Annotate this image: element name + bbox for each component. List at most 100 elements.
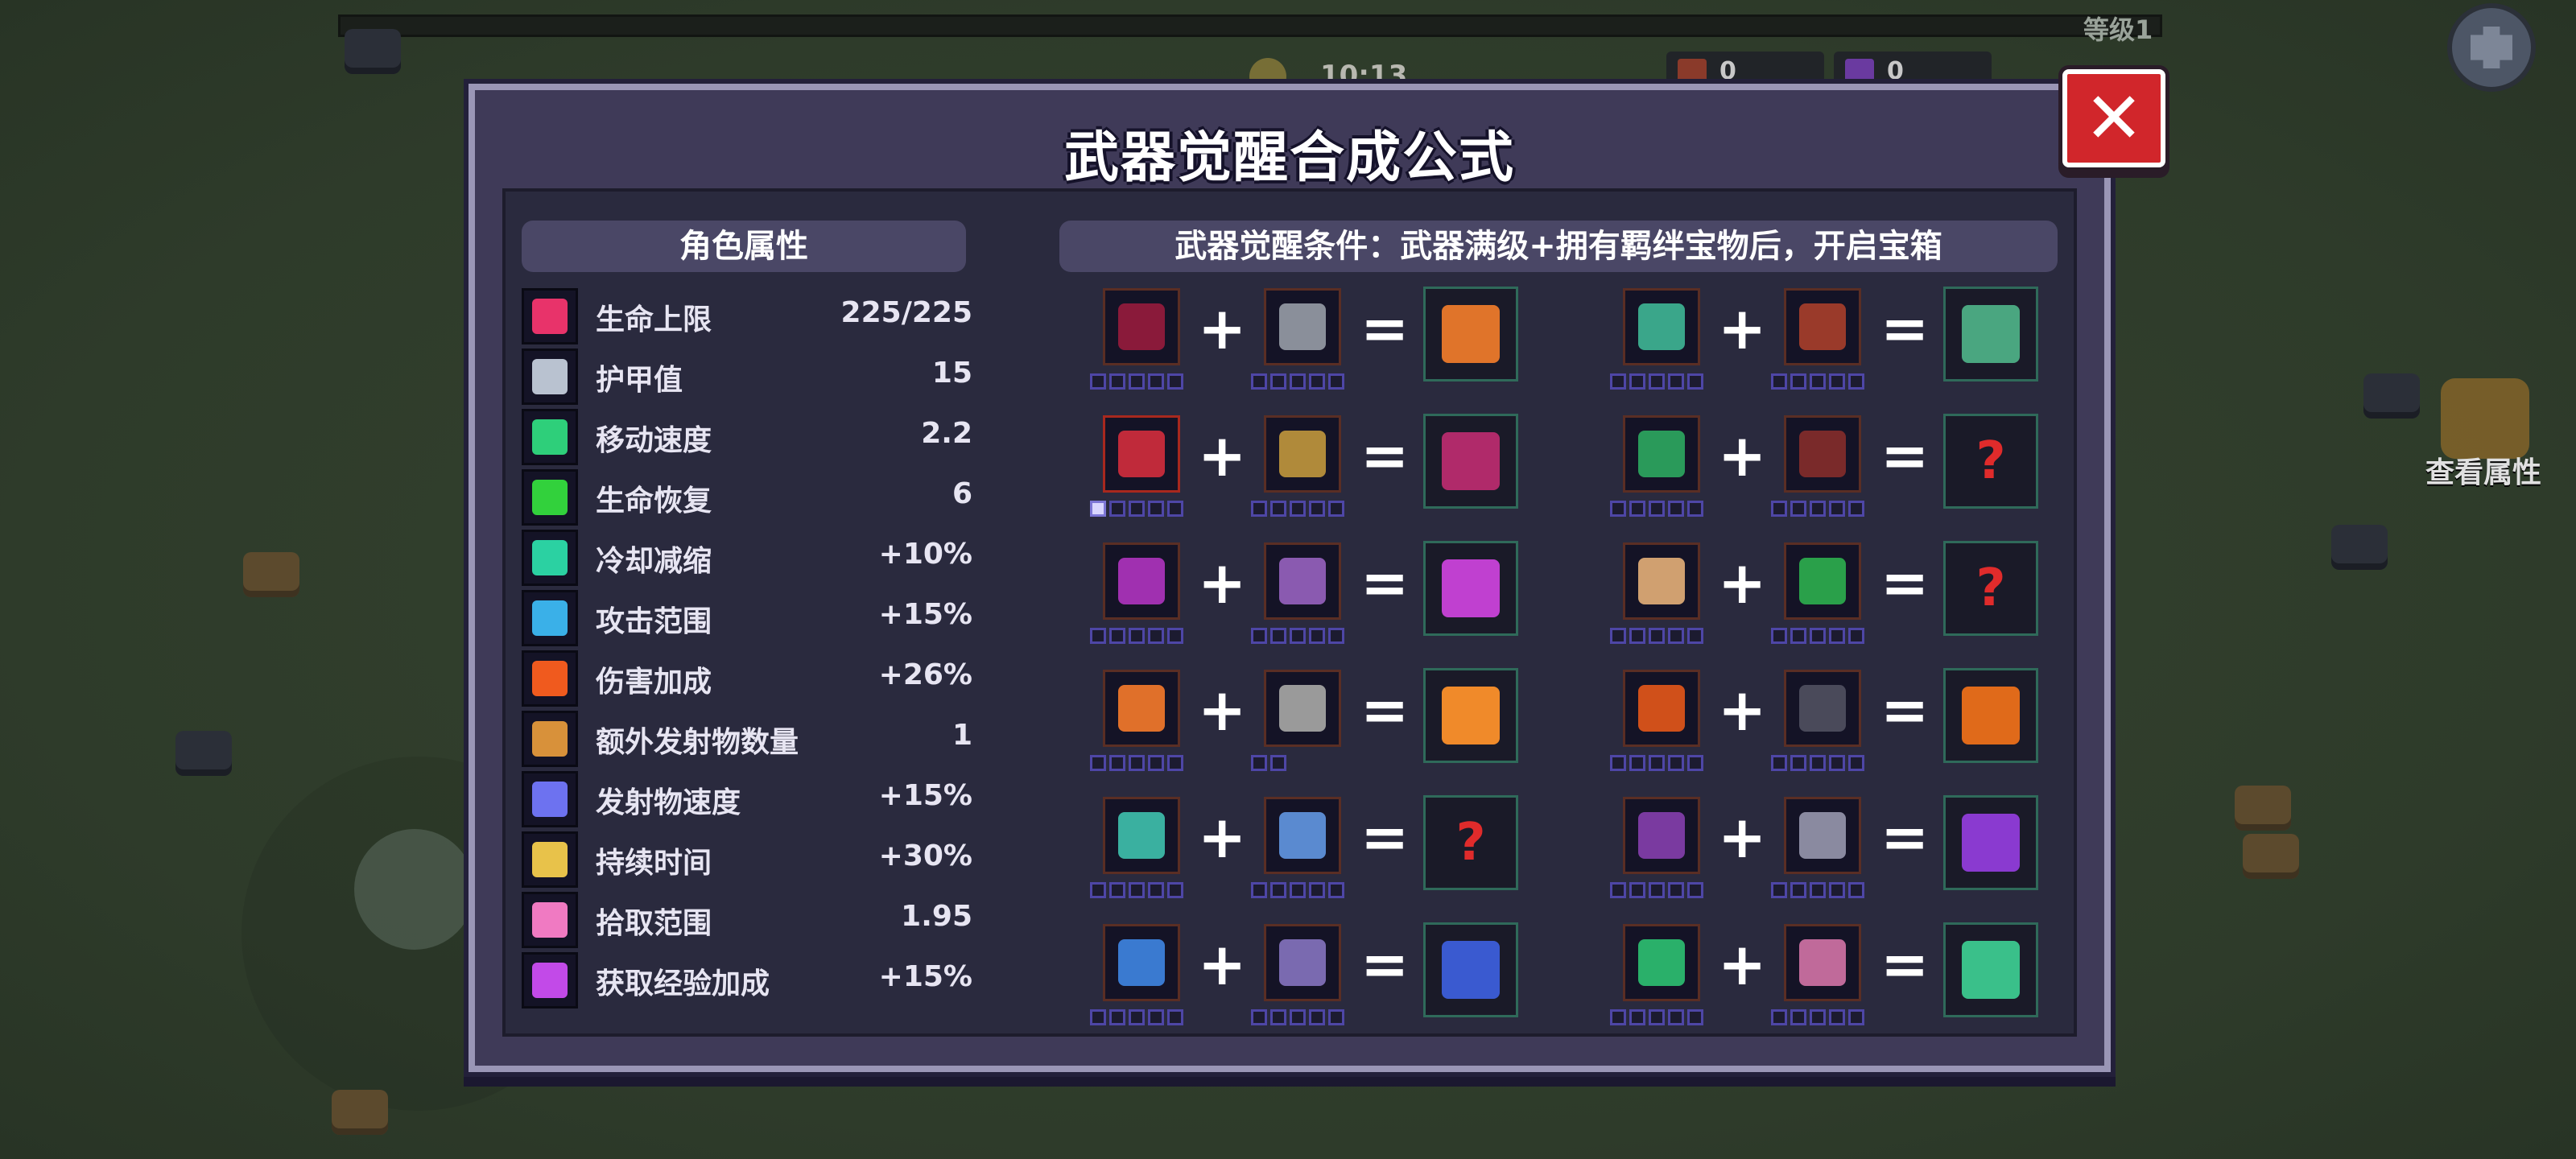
result-slot[interactable] [1943,795,2038,890]
result-slot[interactable] [1423,414,1518,509]
material-slot[interactable] [1784,670,1861,747]
material-slot[interactable] [1103,797,1180,874]
awakening-recipe: + = [1079,922,1562,1037]
level-pip [1668,628,1684,644]
awakening-recipe: + = [1599,287,2082,401]
settings-button[interactable] [2447,3,2536,92]
stat-value: +15% [878,779,972,812]
material-slot[interactable] [1784,797,1861,874]
material-slot[interactable] [1264,415,1341,493]
level-pip [1167,1009,1183,1025]
material-slot[interactable] [1103,415,1180,493]
material-slot[interactable] [1623,288,1700,365]
material-slot[interactable] [1264,288,1341,365]
awakened-dragon-icon [1962,305,2020,363]
material-slot[interactable] [1623,670,1700,747]
level-pips [1610,755,1703,771]
stat-label: 伤害加成 [596,666,712,699]
level-pip [1771,373,1787,390]
result-slot[interactable]: ? [1943,541,2038,636]
level-pips [1771,501,1864,517]
level-pip [1270,755,1286,771]
result-slot[interactable]: ? [1423,795,1518,890]
level-pip [1129,755,1145,771]
material-slot[interactable] [1103,924,1180,1001]
result-slot[interactable] [1423,287,1518,382]
level-pip [1328,1009,1344,1025]
material-slot[interactable] [1103,288,1180,365]
material-slot[interactable] [1264,924,1341,1001]
level-pip [1829,628,1845,644]
level-pip [1829,755,1845,771]
level-pip [1790,373,1806,390]
level-pip [1290,882,1306,898]
material-slot[interactable] [1264,670,1341,747]
boot-icon [522,409,578,465]
result-slot[interactable] [1423,922,1518,1017]
amulet-icon [1799,303,1846,350]
helmet-icon [1279,303,1326,350]
material-slot[interactable] [1103,670,1180,747]
equals-icon: = [1360,803,1410,871]
result-slot[interactable] [1943,287,2038,382]
gear-icon [2471,27,2512,68]
dialog-content: 角色属性 生命上限 225/225 护甲值 15 移动速度 2.2 生命恢复 6 冷却减缩 +10… [502,188,2077,1037]
plus-icon: + [1198,676,1247,744]
close-button[interactable]: ✕ [2062,69,2165,167]
material-slot[interactable] [1264,797,1341,874]
stat-value: +30% [878,839,972,872]
carrot-icon [1118,685,1165,732]
material-slot[interactable] [1623,924,1700,1001]
material-slot[interactable] [1103,542,1180,620]
level-pip [1687,882,1703,898]
enemy-sprite [2235,786,2291,831]
stat-row: 移动速度 2.2 [522,409,972,465]
level-pip [1848,373,1864,390]
level-pip [1148,501,1164,517]
level-pip [1687,501,1703,517]
plus-icon: + [1198,295,1247,362]
stat-label: 护甲值 [596,364,683,397]
level-pip [1829,501,1845,517]
result-slot[interactable] [1423,541,1518,636]
view-stats-button[interactable]: 查看属性 [2423,378,2544,489]
awakened-blaster-icon [1442,941,1500,999]
result-slot[interactable] [1423,668,1518,763]
plus-icon: + [1718,930,1767,998]
hourglass-icon [522,530,578,586]
unknown-icon [1799,431,1846,477]
result-slot[interactable] [1943,922,2038,1017]
equals-icon: = [1360,295,1410,362]
level-pip [1148,882,1164,898]
material-slot[interactable] [1784,288,1861,365]
material-slot[interactable] [1623,415,1700,493]
material-slot[interactable] [1264,542,1341,620]
material-slot[interactable] [1784,415,1861,493]
level-pip [1687,1009,1703,1025]
stat-value: +10% [878,538,972,571]
result-slot[interactable]: ? [1943,414,2038,509]
material-slot[interactable] [1623,542,1700,620]
level-pips [1251,882,1344,898]
joystick-knob[interactable] [354,829,475,950]
level-pip [1790,755,1806,771]
level-pip [1167,373,1183,390]
result-slot[interactable] [1943,668,2038,763]
enemy-sprite [2363,373,2420,419]
stat-label: 生命上限 [596,303,712,336]
skull-icon [1638,558,1685,604]
level-pip [1309,501,1325,517]
stat-label: 移动速度 [596,424,712,457]
stat-row: 持续时间 +30% [522,831,972,888]
material-slot[interactable] [1623,797,1700,874]
equals-icon: = [1360,422,1410,489]
level-pip [1810,882,1826,898]
level-pip [1129,882,1145,898]
experience-bar [338,14,2162,37]
level-pip [1090,1009,1106,1025]
level-pip [1109,755,1125,771]
level-pip [1649,755,1665,771]
enemy-sprite [243,552,299,597]
material-slot[interactable] [1784,924,1861,1001]
material-slot[interactable] [1784,542,1861,620]
